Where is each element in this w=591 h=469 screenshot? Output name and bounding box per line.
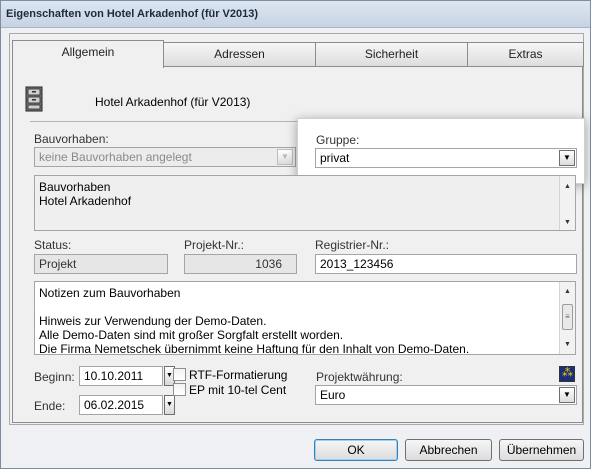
projekt-nr-field: 1036 <box>184 254 297 274</box>
notes-line-1: Notizen zum Bauvorhaben <box>39 286 181 300</box>
ende-date-picker-icon[interactable]: ▼ <box>164 395 175 415</box>
bauvorhaben-select[interactable]: keine Bauvorhaben angelegt <box>34 147 296 167</box>
notes-line-5: Die Firma Nemetschek übernimmt keine Haf… <box>39 342 470 355</box>
tab-sicherheit[interactable]: Sicherheit <box>315 42 468 67</box>
ep-label: EP mit 10-tel Cent <box>189 383 287 397</box>
registrier-nr-label: Registrier-Nr.: <box>315 238 390 252</box>
waehrung-select[interactable]: Euro <box>315 385 577 405</box>
scroll-down-icon[interactable]: ▼ <box>560 216 575 230</box>
gruppe-label: Gruppe: <box>316 133 360 147</box>
projekt-nr-label: Projekt-Nr.: <box>184 238 245 252</box>
waehrung-dropdown-button[interactable]: ▼ <box>559 387 575 403</box>
gruppe-dropdown-button[interactable]: ▼ <box>559 150 575 166</box>
bauvorhaben-description-line-1: Bauvorhaben <box>39 180 111 194</box>
rtf-checkbox[interactable] <box>173 368 186 381</box>
tab-allgemein[interactable]: Allgemein <box>12 40 164 68</box>
ende-label: Ende: <box>34 399 66 413</box>
notes-textarea[interactable]: Notizen zum Bauvorhaben Hinweis zur Verw… <box>34 281 576 355</box>
ok-button[interactable]: OK <box>314 439 398 461</box>
file-cabinet-icon <box>25 86 43 112</box>
tab-extras[interactable]: Extras <box>467 42 584 67</box>
project-name-heading: Hotel Arkadenhof (für V2013) <box>95 95 251 109</box>
rtf-label: RTF-Formatierung <box>189 368 288 382</box>
status-label: Status: <box>34 238 72 252</box>
scroll-up-icon[interactable]: ▲ <box>560 180 575 194</box>
bauvorhaben-label: Bauvorhaben: <box>34 132 109 146</box>
ep-checkbox[interactable] <box>173 383 186 396</box>
scroll-thumb[interactable]: ≡ <box>562 304 573 330</box>
notes-scrollbar[interactable]: ▲ ≡ ▼ <box>559 282 575 354</box>
notes-line-4: Alle Demo-Daten sind mit großer Sorgfalt… <box>39 328 344 342</box>
notes-line-3: Hinweis zur Verwendung der Demo-Daten. <box>39 314 267 328</box>
gruppe-select[interactable]: privat <box>315 148 577 168</box>
waehrung-label: Projektwährung: <box>316 370 403 384</box>
scroll-up-icon[interactable]: ▲ <box>560 285 575 299</box>
bauvorhaben-dropdown-button[interactable]: ▼ <box>277 149 293 165</box>
notes-line-2 <box>39 300 571 314</box>
ende-date-field[interactable]: 06.02.2015 <box>79 395 163 415</box>
bauvorhaben-description: Bauvorhaben Hotel Arkadenhof <box>34 175 576 231</box>
beginn-date-field[interactable]: 10.10.2011 <box>79 366 163 386</box>
window-title: Eigenschaften von Hotel Arkadenhof (für … <box>1 1 590 28</box>
tab-bar: Allgemein Adressen Sicherheit Extras <box>12 40 584 68</box>
eu-flag-icon <box>559 366 575 382</box>
scroll-down-icon[interactable]: ▼ <box>560 338 575 352</box>
registrier-nr-field[interactable]: 2013_123456 <box>315 254 577 274</box>
tab-adressen[interactable]: Adressen <box>163 42 316 67</box>
description-scrollbar[interactable]: ▲ ▼ <box>559 176 575 230</box>
bauvorhaben-description-line-2: Hotel Arkadenhof <box>39 194 132 208</box>
apply-button[interactable]: Übernehmen <box>499 439 584 461</box>
status-field: Projekt <box>34 254 168 274</box>
cancel-button[interactable]: Abbrechen <box>405 439 492 461</box>
beginn-label: Beginn: <box>34 370 75 384</box>
